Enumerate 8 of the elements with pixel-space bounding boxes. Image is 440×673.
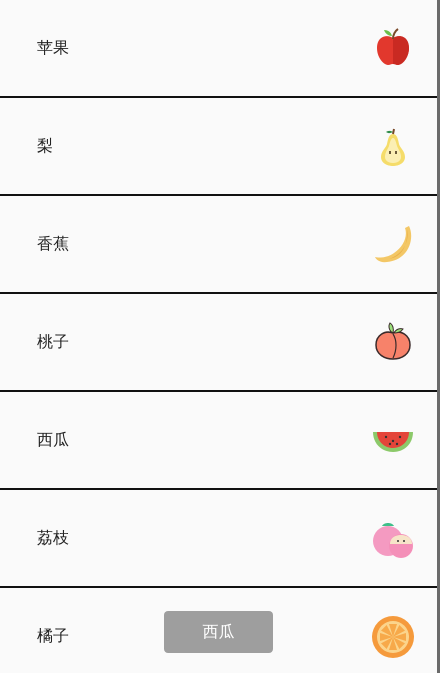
- toast-message: 西瓜: [164, 611, 273, 653]
- fruit-name: 香蕉: [37, 234, 69, 254]
- fruit-name: 橘子: [37, 626, 69, 646]
- fruit-name: 西瓜: [37, 430, 69, 450]
- fruit-name: 桃子: [37, 332, 69, 352]
- fruit-name: 苹果: [37, 38, 69, 58]
- fruit-name: 梨: [37, 136, 53, 156]
- fruit-name: 荔枝: [37, 528, 69, 548]
